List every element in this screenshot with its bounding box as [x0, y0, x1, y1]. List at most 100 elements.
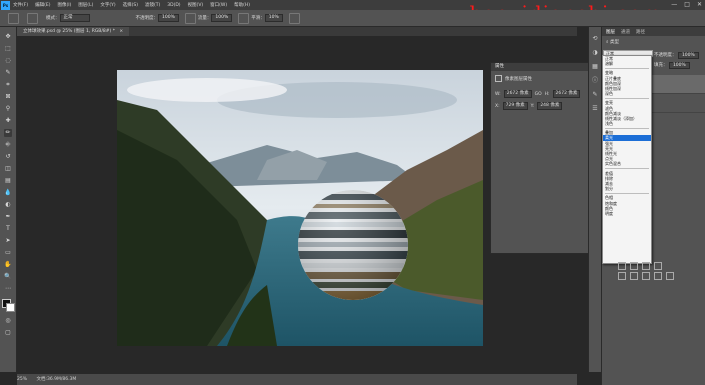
- blend-option[interactable]: 明度: [603, 211, 651, 216]
- y-input[interactable]: 248 像素: [537, 102, 563, 110]
- link-layers-icon[interactable]: [618, 262, 626, 270]
- pressure-opacity-icon[interactable]: [184, 12, 196, 24]
- layer-footer-row1: [618, 262, 662, 270]
- tab-channels[interactable]: 通道: [621, 29, 630, 35]
- gradient-tool-icon[interactable]: ▤: [4, 177, 12, 185]
- mode-select[interactable]: 正常: [59, 14, 90, 22]
- group-icon[interactable]: [618, 272, 626, 280]
- x-label: X:: [495, 103, 500, 109]
- opacity-input[interactable]: 100%: [158, 14, 179, 22]
- layer-style-icon[interactable]: [630, 262, 638, 270]
- color-panel-icon[interactable]: ◑: [591, 49, 599, 57]
- menu-separator: [605, 127, 649, 129]
- zoom-tool-icon[interactable]: 🔍: [4, 273, 12, 281]
- menu-file[interactable]: 文件(F): [13, 2, 28, 8]
- menu-edit[interactable]: 编辑(E): [35, 2, 50, 8]
- document-tab[interactable]: 立体球效果.psd @ 25% (图层 1, RGB/8#) * ×: [17, 27, 130, 36]
- blend-option[interactable]: 实色混合: [603, 161, 651, 166]
- marquee-tool-icon[interactable]: ⬚: [4, 45, 12, 53]
- layer-opacity-input[interactable]: 100%: [677, 52, 699, 59]
- healing-brush-icon[interactable]: ✚: [4, 117, 12, 125]
- eyedropper-tool-icon[interactable]: ⚲: [4, 105, 12, 113]
- background-color-swatch[interactable]: [6, 303, 15, 312]
- x-input[interactable]: 729 像素: [502, 102, 528, 110]
- lock-icon[interactable]: [654, 272, 662, 280]
- screen-mode-icon[interactable]: ▢: [4, 329, 12, 337]
- options-bar: 模式： 正常 不透明度： 100% 流量： 100% 平滑： 10%: [0, 10, 705, 27]
- delete-layer-icon[interactable]: [642, 272, 650, 280]
- blend-option[interactable]: 深色: [603, 91, 651, 96]
- airbrush-icon[interactable]: [238, 12, 250, 24]
- history-panel-icon[interactable]: ⟲: [591, 35, 599, 43]
- hand-tool-icon[interactable]: ✋: [4, 261, 12, 269]
- blend-mode-dropdown[interactable]: 正常 溶解 变暗 正片叠底 颜色加深 线性加深 深色 变亮 滤色 颜色减淡 线性…: [602, 55, 652, 264]
- menu-layer[interactable]: 图层(L): [78, 2, 93, 8]
- smooth-input[interactable]: 10%: [264, 14, 283, 22]
- canvas-image[interactable]: [117, 70, 483, 346]
- tab-layers[interactable]: 图层: [606, 29, 615, 35]
- properties-panel: 属性 像素图层属性 W: 2672 像素 GO H: 2672 像素 X: 72…: [490, 62, 590, 254]
- height-input[interactable]: 2672 像素: [552, 90, 581, 98]
- lasso-tool-icon[interactable]: ◌: [4, 57, 12, 65]
- menu-window[interactable]: 窗口(W): [210, 2, 227, 8]
- minimize-button[interactable]: —: [671, 1, 677, 8]
- menu-filter[interactable]: 滤镜(T): [145, 2, 160, 8]
- opacity-label: 不透明度：: [135, 16, 159, 21]
- menu-help[interactable]: 帮助(H): [234, 2, 250, 8]
- quick-mask-icon[interactable]: ◎: [4, 317, 12, 325]
- info-panel-icon[interactable]: ⓘ: [591, 77, 599, 85]
- menu-view[interactable]: 视图(V): [188, 2, 204, 8]
- move-tool-icon[interactable]: ✥: [4, 33, 12, 41]
- new-layer-icon[interactable]: [630, 272, 638, 280]
- layer-mask-icon[interactable]: [642, 262, 650, 270]
- tab-paths[interactable]: 路径: [636, 29, 645, 35]
- swatches-panel-icon[interactable]: ▦: [591, 63, 599, 71]
- properties-title: 属性: [491, 63, 589, 71]
- maximize-button[interactable]: □: [684, 1, 690, 8]
- menu-3d[interactable]: 3D(D): [167, 3, 180, 8]
- menu-select[interactable]: 选择(S): [123, 2, 138, 8]
- history-brush-icon[interactable]: ↺: [4, 153, 12, 161]
- quick-select-tool-icon[interactable]: ✎: [4, 69, 12, 77]
- layers-panel-tabs: 图层 通道 路径: [602, 27, 705, 36]
- settings-gear-icon[interactable]: [288, 12, 300, 24]
- layer-fill-input[interactable]: 100%: [668, 62, 690, 69]
- brush-panel-icon[interactable]: ✎: [591, 91, 599, 99]
- adjustment-layer-icon[interactable]: [654, 262, 662, 270]
- crop-tool-icon[interactable]: ⌗: [4, 81, 12, 89]
- brush-tool-icon[interactable]: ✏: [4, 129, 12, 137]
- shape-tool-icon[interactable]: ▭: [4, 249, 12, 257]
- flow-input[interactable]: 100%: [211, 14, 233, 22]
- fx-icon[interactable]: [666, 272, 674, 280]
- width-label: W:: [495, 91, 501, 97]
- panel-icon-strip: ⟲ ◑ ▦ ⓘ ✎ ☰: [588, 27, 601, 372]
- clone-stamp-icon[interactable]: ⎆: [4, 141, 12, 149]
- blend-option[interactable]: 浅色: [603, 121, 651, 126]
- dodge-tool-icon[interactable]: ◐: [4, 201, 12, 209]
- brush-tool-icon[interactable]: [27, 12, 38, 24]
- mode-label: 模式：: [46, 16, 60, 21]
- link-button[interactable]: GO: [535, 92, 542, 97]
- layer-fill[interactable]: 填充： 100%: [654, 62, 690, 69]
- path-select-icon[interactable]: ➤: [4, 237, 12, 245]
- blend-option[interactable]: 溶解: [603, 61, 651, 66]
- close-tab-icon[interactable]: ×: [119, 29, 123, 34]
- menu-image[interactable]: 图像(I): [57, 2, 71, 8]
- layer-kind-filter[interactable]: ⌕ 类型: [606, 39, 619, 45]
- properties-panel-icon[interactable]: ☰: [591, 105, 599, 113]
- pixel-layer-icon: [495, 75, 502, 82]
- home-icon[interactable]: [8, 12, 19, 24]
- blur-tool-icon[interactable]: 💧: [4, 189, 12, 197]
- eraser-tool-icon[interactable]: ◫: [4, 165, 12, 173]
- type-tool-icon[interactable]: T: [4, 225, 12, 233]
- more-tools-icon[interactable]: ⋯: [4, 285, 12, 293]
- close-button[interactable]: ✕: [697, 1, 702, 8]
- frame-tool-icon[interactable]: ⊠: [4, 93, 12, 101]
- width-input[interactable]: 2672 像素: [503, 90, 532, 98]
- menu-type[interactable]: 文字(Y): [100, 2, 115, 8]
- zoom-level[interactable]: 25%: [17, 377, 27, 382]
- pen-tool-icon[interactable]: ✒: [4, 213, 12, 221]
- blend-option[interactable]: 划分: [603, 186, 651, 191]
- menu-separator: [605, 97, 649, 99]
- layer-opacity[interactable]: 不透明度： 100%: [654, 52, 699, 59]
